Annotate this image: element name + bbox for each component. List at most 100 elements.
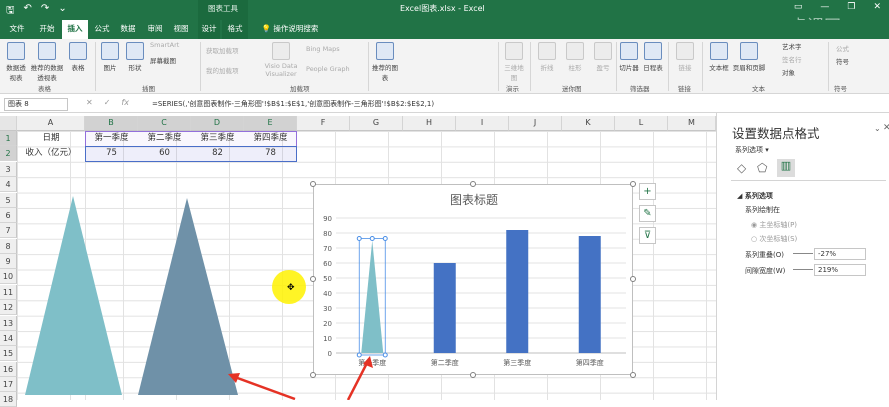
point-handle[interactable]	[356, 236, 362, 241]
bar[interactable]	[506, 230, 529, 353]
tab-review[interactable]: 审阅	[142, 20, 168, 39]
gap-width-slider[interactable]	[793, 269, 813, 270]
cell-value[interactable]: 60	[138, 146, 191, 161]
shapes-button[interactable]: 形状	[125, 42, 145, 72]
slicer-button[interactable]: 切片器	[618, 42, 640, 72]
triangle-shape-teal[interactable]	[25, 196, 122, 395]
tab-view[interactable]: 视图	[168, 20, 194, 39]
column-header[interactable]: D	[191, 116, 244, 131]
equation-button[interactable]: 公式	[836, 43, 849, 53]
tab-format[interactable]: 格式	[222, 20, 248, 39]
visio-button[interactable]: Visio Data Visualizer	[262, 42, 300, 78]
sparkline-line-button[interactable]: 折线	[536, 42, 558, 72]
cancel-icon[interactable]: ✕	[86, 98, 93, 107]
save-icon[interactable]: 🖫	[6, 3, 15, 20]
cell-a1[interactable]: 日期	[17, 131, 85, 146]
cell-header[interactable]: 第二季度	[138, 131, 191, 146]
column-header[interactable]: H	[403, 116, 456, 131]
point-handle[interactable]	[369, 236, 375, 241]
cell-a2[interactable]: 收入（亿元）	[17, 146, 85, 161]
customize-icon[interactable]: ⌄	[58, 3, 66, 20]
timeline-button[interactable]: 日程表	[642, 42, 664, 72]
overlap-slider[interactable]	[793, 253, 813, 254]
chart-title[interactable]: 图表标题	[450, 193, 498, 207]
bar-triangle[interactable]	[361, 240, 384, 354]
ribbon-options-icon[interactable]: ▭	[794, 2, 803, 12]
row-header[interactable]: 2	[0, 146, 17, 161]
row-header[interactable]: 1	[0, 131, 17, 146]
chart-filters-button[interactable]: ⊽	[639, 227, 656, 244]
my-addins-button[interactable]: 我的加载项	[206, 65, 239, 75]
bar[interactable]	[433, 263, 456, 353]
close-icon[interactable]: ✕	[883, 123, 889, 133]
sparkline-column-button[interactable]: 柱形	[564, 42, 586, 72]
tab-design[interactable]: 设计	[198, 20, 220, 39]
maximize-icon[interactable]: ❐	[847, 2, 855, 12]
people-graph-button[interactable]: People Graph	[306, 65, 350, 73]
formula-input[interactable]: =SERIES(,'创意图表制作-三角形图'!$B$1:$E$1,'创意图表制作…	[152, 99, 434, 109]
close-icon[interactable]: ✕	[873, 2, 881, 12]
column-header[interactable]: J	[509, 116, 562, 131]
cell-value[interactable]: 82	[191, 146, 244, 161]
column-header[interactable]: K	[562, 116, 615, 131]
resize-handle[interactable]	[630, 181, 636, 187]
wordart-button[interactable]: 艺术字	[782, 41, 802, 51]
recommended-pivot-button[interactable]: 推荐的数据透视表	[30, 42, 64, 82]
resize-handle[interactable]	[470, 181, 476, 187]
undo-icon[interactable]: ↶	[24, 3, 32, 20]
name-box[interactable]: 图表 8	[4, 98, 68, 111]
cell-header[interactable]: 第四季度	[244, 131, 297, 146]
3d-map-button[interactable]: 三维地图	[502, 42, 526, 82]
picture-button[interactable]: 图片	[100, 42, 120, 72]
gap-width-input[interactable]: 219%	[814, 264, 866, 276]
series-options-icon[interactable]: ▥	[777, 159, 795, 177]
point-handle[interactable]	[382, 352, 388, 358]
tab-insert[interactable]: 插入	[62, 20, 88, 39]
tab-data[interactable]: 数据	[115, 20, 141, 39]
cell-value[interactable]: 75	[85, 146, 138, 161]
redo-icon[interactable]: ↷	[41, 3, 49, 20]
column-header[interactable]: G	[350, 116, 403, 131]
smartart-button[interactable]: SmartArt	[150, 41, 179, 49]
series-overlap-input[interactable]: -27%	[814, 248, 866, 260]
tab-home[interactable]: 开始	[33, 20, 61, 39]
select-all-corner[interactable]	[0, 116, 17, 131]
series-options-dropdown[interactable]: 系列选项 ▾	[735, 145, 769, 155]
resize-handle[interactable]	[470, 372, 476, 378]
column-header[interactable]: B	[85, 116, 138, 131]
resize-handle[interactable]	[630, 372, 636, 378]
chart-canvas[interactable]: 图表标题 0102030405060708090 第一季度 第二季度 第三季度 第四季…	[314, 185, 634, 376]
chart-styles-button[interactable]: ✎	[639, 205, 656, 222]
tab-formulas[interactable]: 公式	[89, 20, 115, 39]
pivot-table-button[interactable]: 数据透视表	[4, 42, 28, 82]
function-icon[interactable]: fx	[121, 98, 129, 107]
chart-object[interactable]: 图表标题 0 10 20 30 40 50 60 70 80 90 第一季度 第二季度 第三季度 第四季…	[313, 184, 633, 375]
resize-handle[interactable]	[310, 181, 316, 187]
signature-line-button[interactable]: 签名行	[782, 54, 802, 64]
header-footer-button[interactable]: 页眉和页脚	[732, 42, 766, 72]
link-button[interactable]: 链接	[675, 42, 695, 72]
bing-maps-button[interactable]: Bing Maps	[306, 45, 340, 53]
tab-file[interactable]: 文件	[4, 20, 30, 39]
resize-handle[interactable]	[310, 276, 316, 282]
recommended-charts-button[interactable]: 推荐的图表	[372, 42, 398, 82]
resize-handle[interactable]	[630, 276, 636, 282]
screenshot-button[interactable]: 屏幕截图	[150, 55, 176, 65]
chart-elements-button[interactable]: +	[639, 183, 656, 200]
series-options-section[interactable]: ◢ 系列选项	[737, 191, 773, 201]
object-button[interactable]: 对象	[782, 67, 795, 77]
bar[interactable]	[578, 236, 601, 353]
point-handle[interactable]	[382, 236, 388, 241]
cell-value[interactable]: 78	[244, 146, 297, 161]
primary-axis-radio[interactable]: ◉ 主坐标轴(P)	[751, 220, 797, 230]
column-header[interactable]: A	[17, 116, 85, 131]
triangle-shape-slate[interactable]	[138, 198, 238, 395]
column-header[interactable]: F	[297, 116, 350, 131]
column-header[interactable]: E	[244, 116, 297, 131]
tell-me-search[interactable]: 💡 操作说明搜索	[255, 20, 325, 39]
row-header[interactable]: 3	[0, 162, 17, 177]
table-button[interactable]: 表格	[68, 42, 88, 72]
column-header[interactable]: I	[456, 116, 509, 131]
effects-icon[interactable]: ⬠	[757, 161, 767, 175]
cell-header[interactable]: 第三季度	[191, 131, 244, 146]
